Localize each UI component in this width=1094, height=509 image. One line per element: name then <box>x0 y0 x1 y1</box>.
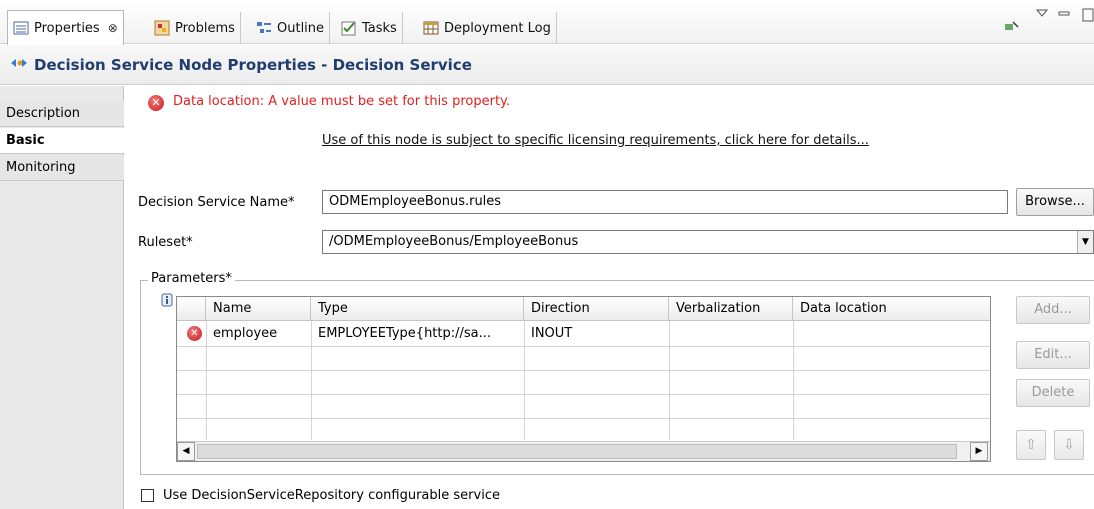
cell-direction: INOUT <box>531 326 573 341</box>
tab-problems[interactable]: Problems <box>149 12 241 44</box>
sidebar-item-label: Monitoring <box>6 160 76 175</box>
error-message: Data location: A value must be set for t… <box>173 94 511 109</box>
maximize-icon[interactable] <box>1082 8 1094 26</box>
horizontal-scrollbar[interactable]: ◀ ▶ <box>177 441 990 461</box>
scroll-left-icon[interactable]: ◀ <box>177 442 195 461</box>
move-up-button[interactable]: ⇧ <box>1016 430 1046 460</box>
column-header-data-location[interactable]: Data location <box>793 297 990 321</box>
minimize-icon[interactable] <box>1058 8 1070 23</box>
outline-icon <box>256 20 272 36</box>
tab-label: Outline <box>277 20 325 36</box>
row-error-icon: ✕ <box>187 326 202 341</box>
grid-line <box>177 346 990 347</box>
cell-data-location <box>793 322 990 346</box>
browse-button[interactable]: Browse... <box>1016 188 1094 216</box>
repository-checkbox-label[interactable]: Use DecisionServiceRepository configurab… <box>163 488 500 503</box>
add-button-label: Add... <box>1034 302 1072 317</box>
scroll-thumb[interactable] <box>197 444 957 459</box>
chevron-down-icon[interactable]: ▼ <box>1077 231 1093 253</box>
view-menu-icon[interactable] <box>1035 8 1049 23</box>
row-header-cell <box>177 297 206 321</box>
add-button[interactable]: Add... <box>1016 296 1090 324</box>
tab-properties[interactable]: Properties ⊗ <box>7 10 124 45</box>
node-icon <box>10 56 28 74</box>
sidebar-item-monitoring[interactable]: Monitoring <box>0 155 124 181</box>
tab-label: Problems <box>175 20 235 36</box>
cell-type: EMPLOYEEType{http://sa... <box>318 326 492 341</box>
scroll-right-icon[interactable]: ▶ <box>970 442 988 461</box>
tab-label: Tasks <box>362 20 397 36</box>
move-down-icon: ⇩ <box>1063 437 1075 453</box>
tab-label: Deployment Log <box>444 20 551 36</box>
column-header-verbalization[interactable]: Verbalization <box>669 297 793 321</box>
column-header-direction[interactable]: Direction <box>524 297 669 321</box>
sidebar-item-label: Basic <box>6 133 45 148</box>
sidebar-item-description[interactable]: Description <box>0 101 124 127</box>
tab-deployment-log[interactable]: Deployment Log <box>418 12 557 44</box>
ruleset-label: Ruleset* <box>138 235 193 250</box>
delete-button[interactable]: Delete <box>1016 379 1090 407</box>
column-header-type[interactable]: Type <box>311 297 524 321</box>
grid-line <box>177 370 990 371</box>
license-link[interactable]: Use of this node is subject to specific … <box>322 133 869 148</box>
property-sidebar: Description Basic Monitoring <box>0 86 125 509</box>
delete-button-label: Delete <box>1031 385 1075 400</box>
cell-verbalization <box>669 322 793 346</box>
tab-tasks[interactable]: Tasks <box>336 12 403 44</box>
browse-button-label: Browse... <box>1025 194 1085 209</box>
properties-icon <box>13 20 29 36</box>
error-icon: ✕ <box>148 95 164 111</box>
decision-service-name-field[interactable]: ODMEmployeeBonus.rules <box>322 190 1008 214</box>
info-icon <box>161 293 173 311</box>
deployment-log-icon <box>423 20 439 36</box>
move-up-icon: ⇧ <box>1025 437 1037 453</box>
properties-header: Decision Service Node Properties - Decis… <box>0 45 1094 85</box>
parameters-table: Name Type Direction Verbalization Data l… <box>176 296 991 462</box>
edit-button-label: Edit... <box>1034 347 1072 362</box>
column-header-name[interactable]: Name <box>206 297 311 321</box>
grid-line <box>177 394 990 395</box>
ruleset-value: /ODMEmployeeBonus/EmployeeBonus <box>329 234 579 249</box>
edit-button[interactable]: Edit... <box>1016 341 1090 369</box>
move-down-button[interactable]: ⇩ <box>1054 430 1084 460</box>
ruleset-combo[interactable]: /ODMEmployeeBonus/EmployeeBonus ▼ <box>322 230 1094 254</box>
view-tab-bar: Properties ⊗ Problems Outline Tasks Depl… <box>0 0 1094 45</box>
tab-label: Properties <box>34 20 100 36</box>
problems-icon <box>154 20 170 36</box>
page-title: Decision Service Node Properties - Decis… <box>34 55 472 74</box>
grid-line <box>177 418 990 419</box>
repository-checkbox[interactable] <box>141 489 154 502</box>
sidebar-item-basic[interactable]: Basic <box>0 128 125 154</box>
parameters-legend: Parameters* <box>148 271 235 286</box>
decision-service-name-label: Decision Service Name* <box>138 195 295 210</box>
sidebar-item-label: Description <box>6 106 81 121</box>
close-icon[interactable]: ⊗ <box>108 21 118 35</box>
cell-name: employee <box>213 326 278 341</box>
tab-outline[interactable]: Outline <box>251 12 331 44</box>
pin-icon[interactable] <box>1004 19 1020 37</box>
tasks-icon <box>341 20 357 36</box>
